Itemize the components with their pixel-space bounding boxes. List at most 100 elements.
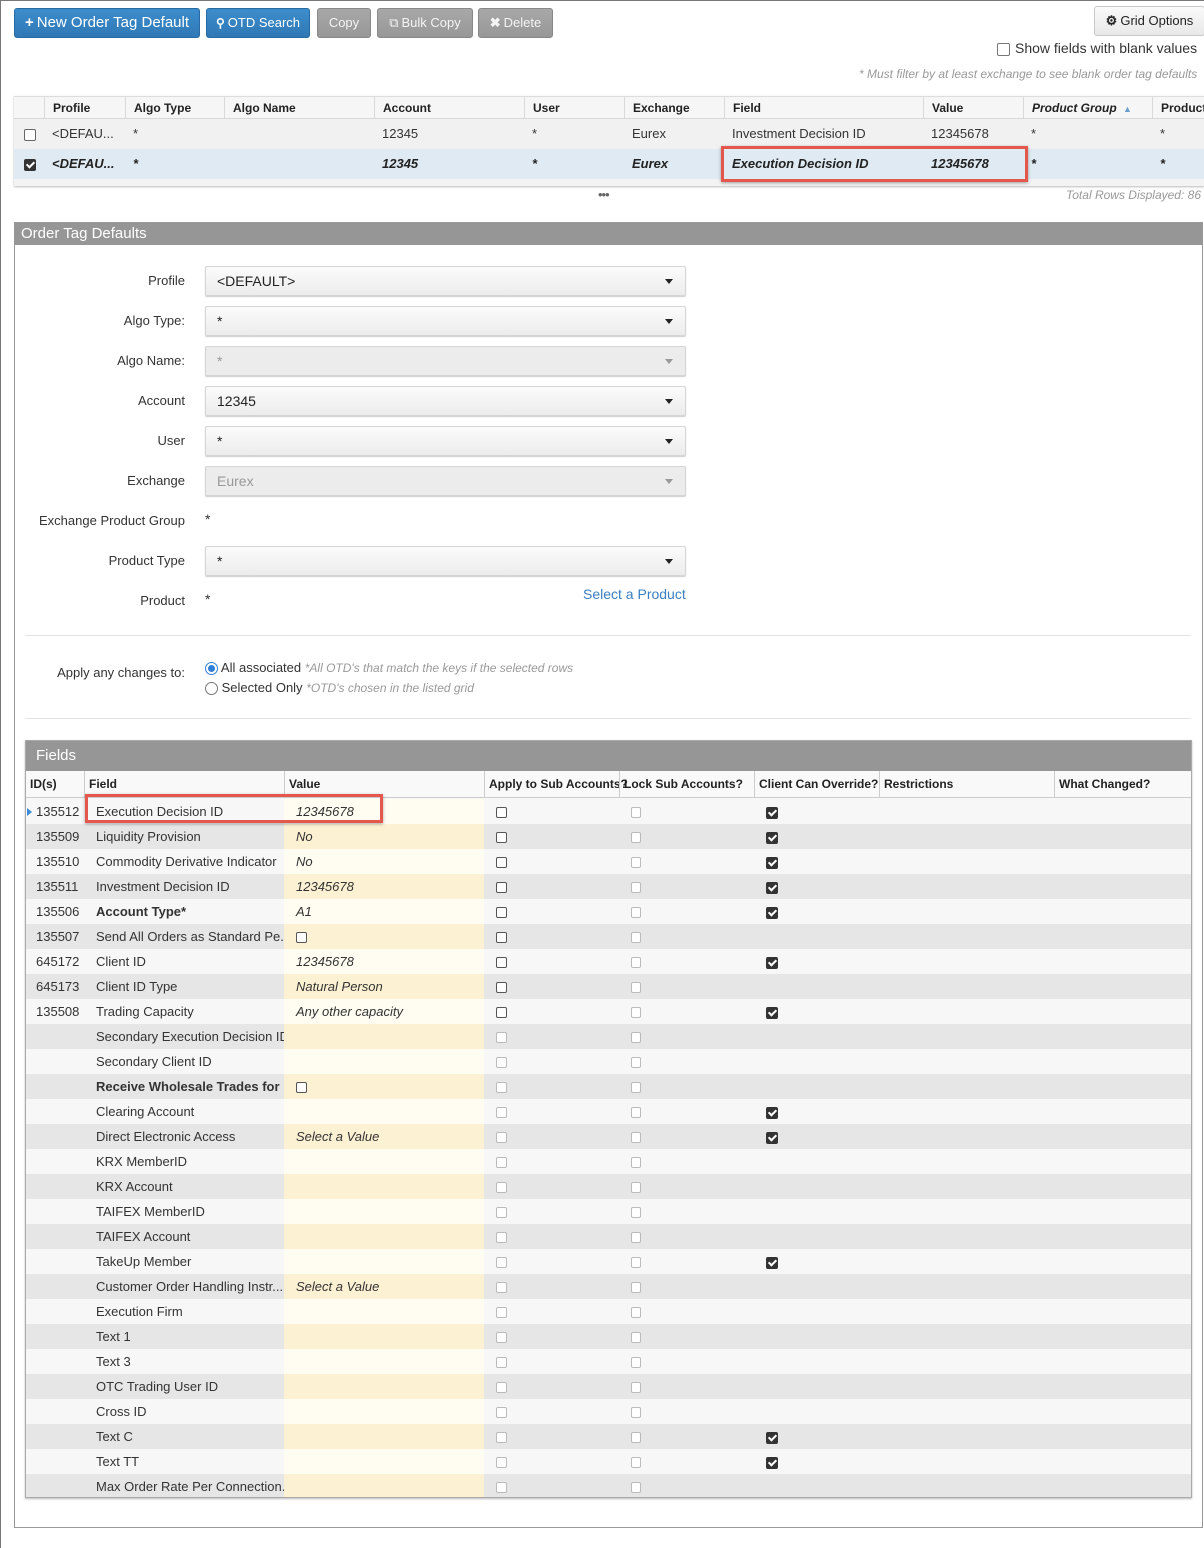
field-row[interactable]: 135507 Send All Orders as Standard Pe... — [26, 924, 1191, 949]
field-row[interactable]: Clearing Account — [26, 1099, 1191, 1124]
field-value-cell[interactable] — [284, 1374, 484, 1399]
field-row[interactable]: 135510 Commodity Derivative Indicator No — [26, 849, 1191, 874]
field-row[interactable]: TakeUp Member — [26, 1249, 1191, 1274]
field-value-cell[interactable] — [284, 1299, 484, 1324]
algo-type-select[interactable]: * — [205, 306, 686, 336]
row-select-checkbox[interactable] — [24, 128, 36, 141]
product-type-select[interactable]: * — [205, 546, 686, 576]
client-can-override-checkbox[interactable] — [766, 1006, 778, 1019]
field-value-cell[interactable] — [284, 1449, 484, 1474]
col-value[interactable]: Value — [284, 771, 484, 798]
col-algo-type[interactable]: Algo Type — [125, 97, 224, 118]
field-value-cell[interactable]: Select a Value — [284, 1124, 484, 1149]
select-product-link[interactable]: Select a Product — [583, 586, 686, 602]
table-row[interactable]: <DEFAU... * 12345 * Eurex Investment Dec… — [14, 119, 1204, 149]
col-profile[interactable]: Profile — [44, 97, 125, 118]
apply-option-all[interactable]: All associated *All OTD's that match the… — [205, 660, 573, 676]
client-can-override-checkbox[interactable] — [766, 1456, 778, 1469]
col-what-changed[interactable]: What Changed? — [1054, 771, 1191, 798]
client-can-override-checkbox[interactable] — [766, 906, 778, 919]
account-select[interactable]: 12345 — [205, 386, 686, 416]
field-row[interactable]: 135512 Execution Decision ID 12345678 — [26, 799, 1191, 824]
col-client-override[interactable]: Client Can Override? — [754, 771, 879, 798]
radio-selected-only[interactable] — [205, 682, 218, 696]
col-account[interactable]: Account — [374, 97, 524, 118]
apply-sub-accounts-checkbox[interactable] — [496, 982, 507, 994]
client-can-override-checkbox[interactable] — [766, 1431, 778, 1444]
field-value-cell[interactable]: 12345678 — [284, 874, 484, 899]
field-value-cell[interactable] — [284, 1049, 484, 1074]
apply-sub-accounts-checkbox[interactable] — [496, 807, 507, 819]
col-algo-name[interactable]: Algo Name — [224, 97, 374, 118]
client-can-override-checkbox[interactable] — [766, 1106, 778, 1119]
row-select-checkbox[interactable] — [24, 158, 36, 171]
bulk-copy-button[interactable]: ⧉ Bulk Copy — [377, 8, 473, 38]
field-value-cell[interactable] — [284, 924, 484, 949]
col-product[interactable]: Product — [1152, 97, 1204, 118]
field-row[interactable]: Text C — [26, 1424, 1191, 1449]
col-field[interactable]: Field — [84, 771, 284, 798]
field-row[interactable]: KRX Account — [26, 1174, 1191, 1199]
otd-search-button[interactable]: ⚲ OTD Search — [206, 8, 310, 38]
field-value-cell[interactable]: Any other capacity — [284, 999, 484, 1024]
col-ids[interactable]: ID(s) — [26, 771, 84, 798]
field-row[interactable]: Text TT — [26, 1449, 1191, 1474]
apply-option-selected[interactable]: Selected Only *OTD's chosen in the liste… — [205, 680, 474, 696]
field-row[interactable]: Execution Firm — [26, 1299, 1191, 1324]
field-value-cell[interactable]: Natural Person — [284, 974, 484, 999]
show-blank-values-checkbox[interactable] — [997, 42, 1010, 56]
apply-sub-accounts-checkbox[interactable] — [496, 832, 507, 844]
grid-options-button[interactable]: ⚙ Grid Options — [1094, 6, 1204, 36]
field-value-cell[interactable] — [284, 1099, 484, 1124]
new-order-tag-default-button[interactable]: + New Order Tag Default — [14, 8, 200, 38]
apply-sub-accounts-checkbox[interactable] — [496, 882, 507, 894]
table-row-selected[interactable]: <DEFAU... * 12345 * Eurex Execution Deci… — [14, 149, 1204, 179]
col-exchange[interactable]: Exchange — [624, 97, 724, 118]
field-row[interactable]: 135506 Account Type* A1 — [26, 899, 1191, 924]
value-checkbox[interactable] — [296, 1082, 307, 1094]
field-row[interactable]: Secondary Execution Decision ID — [26, 1024, 1191, 1049]
field-value-cell[interactable]: 12345678 — [284, 799, 484, 824]
field-row[interactable]: Customer Order Handling Instr... Select a… — [26, 1274, 1191, 1299]
field-value-cell[interactable] — [284, 1399, 484, 1424]
client-can-override-checkbox[interactable] — [766, 1256, 778, 1269]
field-value-cell[interactable] — [284, 1074, 484, 1099]
col-restrictions[interactable]: Restrictions — [879, 771, 1054, 798]
user-select[interactable]: * — [205, 426, 686, 456]
col-user[interactable]: User — [524, 97, 624, 118]
field-value-cell[interactable]: No — [284, 849, 484, 874]
field-row[interactable]: 135508 Trading Capacity Any other capacity — [26, 999, 1191, 1024]
field-value-cell[interactable] — [284, 1199, 484, 1224]
apply-sub-accounts-checkbox[interactable] — [496, 907, 507, 919]
field-row[interactable]: Text 3 — [26, 1349, 1191, 1374]
field-row[interactable]: KRX MemberID — [26, 1149, 1191, 1174]
field-value-cell[interactable]: Select a Value — [284, 1274, 484, 1299]
field-value-cell[interactable]: 12345678 — [284, 949, 484, 974]
col-lock-sub[interactable]: Lock Sub Accounts? — [619, 771, 754, 798]
apply-sub-accounts-checkbox[interactable] — [496, 957, 507, 969]
field-value-cell[interactable] — [284, 1174, 484, 1199]
field-row[interactable]: 135509 Liquidity Provision No — [26, 824, 1191, 849]
field-value-cell[interactable] — [284, 1149, 484, 1174]
profile-select[interactable]: <DEFAULT> — [205, 266, 686, 296]
apply-sub-accounts-checkbox[interactable] — [496, 1007, 507, 1019]
apply-sub-accounts-checkbox[interactable] — [496, 932, 507, 944]
field-value-cell[interactable] — [284, 1249, 484, 1274]
col-apply-sub[interactable]: Apply to Sub Accounts? — [484, 771, 628, 798]
field-row[interactable]: Max Order Rate Per Connection... — [26, 1474, 1191, 1497]
field-value-cell[interactable] — [284, 1424, 484, 1449]
more-rows-icon[interactable]: ••• — [598, 187, 610, 202]
field-row[interactable]: Secondary Client ID — [26, 1049, 1191, 1074]
delete-button[interactable]: ✖ Delete — [478, 8, 553, 38]
field-value-cell[interactable]: A1 — [284, 899, 484, 924]
client-can-override-checkbox[interactable] — [766, 956, 778, 969]
field-value-cell[interactable] — [284, 1474, 484, 1497]
field-row[interactable]: Text 1 — [26, 1324, 1191, 1349]
field-value-cell[interactable] — [284, 1349, 484, 1374]
field-row[interactable]: Receive Wholesale Trades for ... — [26, 1074, 1191, 1099]
field-row[interactable]: Direct Electronic Access Select a Value — [26, 1124, 1191, 1149]
field-row[interactable]: 645172 Client ID 12345678 — [26, 949, 1191, 974]
col-product-group[interactable]: Product Group ▲ — [1023, 97, 1152, 118]
field-row[interactable]: OTC Trading User ID — [26, 1374, 1191, 1399]
client-can-override-checkbox[interactable] — [766, 881, 778, 894]
